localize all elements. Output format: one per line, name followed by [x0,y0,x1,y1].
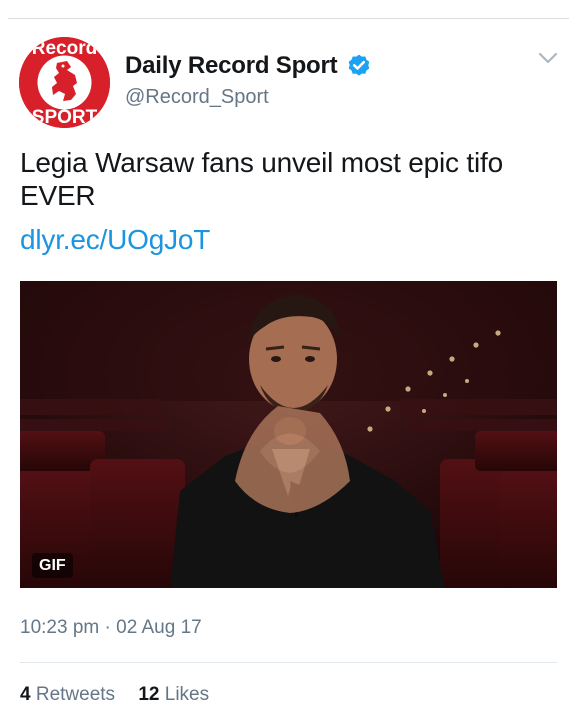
avatar-text-top: Record [32,38,97,59]
verified-badge-icon [348,54,370,76]
tweet-timestamp[interactable]: 10:23 pm · 02 Aug 17 [20,617,202,639]
tweet-date: 02 Aug 17 [116,617,202,638]
tweet-media-gif[interactable]: GIF [20,281,557,588]
gif-thumbnail [20,281,557,588]
retweets-label: Retweets [35,684,116,705]
display-name[interactable]: Daily Record Sport [125,52,338,80]
account-handle[interactable]: @Record_Sport [125,86,269,109]
likes-count: 12 [138,684,160,705]
tweet-time: 10:23 pm [20,617,100,638]
avatar-text-bottom: SPORT [32,107,98,128]
stats-divider [20,662,557,663]
top-divider [8,18,569,19]
likes-label: Likes [164,684,210,705]
retweets-stat[interactable]: 4 Retweets [20,684,115,706]
gif-badge: GIF [32,553,73,578]
tweet-link[interactable]: dlyr.ec/UOgJoT [20,224,210,256]
retweets-count: 4 [20,684,31,705]
chevron-down-icon[interactable] [537,50,559,66]
timestamp-separator: · [104,617,111,638]
tweet-stats: 4 Retweets 12 Likes [20,684,227,706]
avatar[interactable]: Record SPORT [19,37,110,128]
tweet-screen: Record SPORT Daily Record Sport @Record_… [0,0,577,710]
likes-stat[interactable]: 12 Likes [138,684,209,706]
tweet-text: Legia Warsaw fans unveil most epic tifo … [20,147,503,211]
